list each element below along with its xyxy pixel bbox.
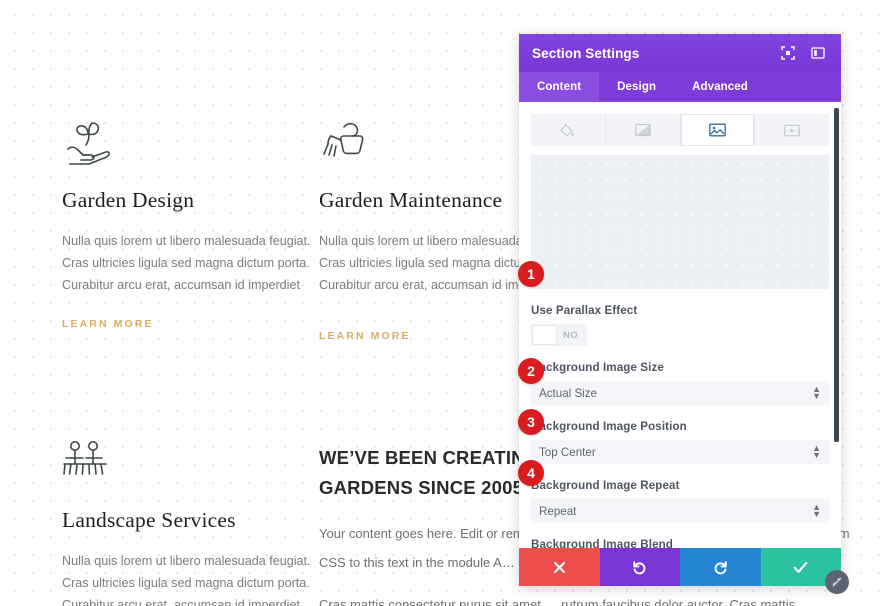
resize-handle-icon[interactable] <box>825 570 849 594</box>
tab-content[interactable]: Content <box>519 72 600 101</box>
service-description: Nulla quis lorem ut libero malesuada feu… <box>62 554 311 606</box>
background-gradient-icon[interactable] <box>606 114 681 146</box>
watering-can-icon <box>319 118 373 166</box>
field-label: Background Image Position <box>531 420 687 433</box>
background-color-icon[interactable] <box>531 114 606 146</box>
step-badge-1: 1 <box>518 261 544 287</box>
background-image-size-select[interactable]: Actual Size ▲ ▼ <box>531 381 829 405</box>
step-badge-2: 2 <box>518 358 544 384</box>
select-value: Top Center <box>539 445 596 459</box>
parallax-toggle[interactable]: NO <box>531 324 587 346</box>
modal-header: Section Settings <box>519 34 841 72</box>
layout-panel-icon[interactable] <box>808 43 828 63</box>
tab-advanced[interactable]: Advanced <box>674 72 766 101</box>
background-image-icon[interactable] <box>680 114 756 146</box>
toggle-knob <box>532 325 557 345</box>
field-background-image-repeat: Background Image Repeat Repeat ▲ ▼ <box>519 479 841 523</box>
chevron-updown-icon: ▲ ▼ <box>812 443 821 460</box>
background-image-repeat-select[interactable]: Repeat ▲ ▼ <box>531 499 829 523</box>
field-label: Background Image Blend <box>531 538 673 548</box>
redo-button[interactable] <box>680 548 761 586</box>
field-label: Background Image Repeat <box>531 479 680 492</box>
step-badge-3: 3 <box>518 409 544 435</box>
modal-body: Use Parallax Effect NO Background Image … <box>519 102 841 548</box>
modal-footer-toolbar <box>519 548 841 586</box>
service-title: Garden Design <box>62 188 195 212</box>
tab-design[interactable]: Design <box>599 72 674 101</box>
modal-scrollbar-thumb[interactable] <box>834 108 839 442</box>
learn-more-link[interactable]: LEARN MORE <box>62 318 154 330</box>
background-image-position-select[interactable]: Top Center ▲ ▼ <box>531 440 829 464</box>
select-value: Repeat <box>539 504 577 518</box>
learn-more-link[interactable]: LEARN MORE <box>319 330 411 342</box>
field-background-image-blend: Background Image Blend Normal ▲▼ <box>519 538 841 548</box>
background-type-selector <box>531 114 829 146</box>
chevron-updown-icon: ▲ ▼ <box>812 384 821 401</box>
field-use-parallax-effect: Use Parallax Effect NO <box>519 304 841 346</box>
plant-in-hand-icon <box>62 118 116 166</box>
landscape-trees-icon <box>62 438 116 486</box>
toggle-state-label: NO <box>563 329 579 341</box>
service-card-landscape-services: Landscape Services Nulla quis lorem ut l… <box>62 438 312 606</box>
field-background-image-position: Background Image Position Top Center ▲ ▼ <box>519 420 841 464</box>
chevron-updown-icon: ▲ ▼ <box>812 502 821 519</box>
field-label: Use Parallax Effect <box>531 304 638 317</box>
step-badge-4: 4 <box>518 460 544 486</box>
service-card-garden-design: Garden Design Nulla quis lorem ut libero… <box>62 118 312 332</box>
cancel-button[interactable] <box>519 548 600 586</box>
service-description: Nulla quis lorem ut libero malesuada feu… <box>62 234 311 292</box>
select-value: Actual Size <box>539 386 597 400</box>
service-title: Landscape Services <box>62 508 236 532</box>
background-video-icon[interactable] <box>755 114 829 146</box>
field-background-image-size: Background Image Size Actual Size ▲ ▼ <box>519 361 841 405</box>
focus-target-icon[interactable] <box>778 43 798 63</box>
modal-title: Section Settings <box>532 45 640 61</box>
modal-tab-bar: Content Design Advanced <box>519 72 841 102</box>
background-image-preview[interactable] <box>531 155 829 289</box>
field-label: Background Image Size <box>531 361 664 374</box>
undo-button[interactable] <box>599 548 680 586</box>
lead-paragraph-2: Cras mattis consectetur purus sit amet …… <box>319 597 796 606</box>
section-settings-modal: Section Settings Content Design Advanced <box>519 34 849 594</box>
modal-scrollbar[interactable] <box>834 102 839 548</box>
